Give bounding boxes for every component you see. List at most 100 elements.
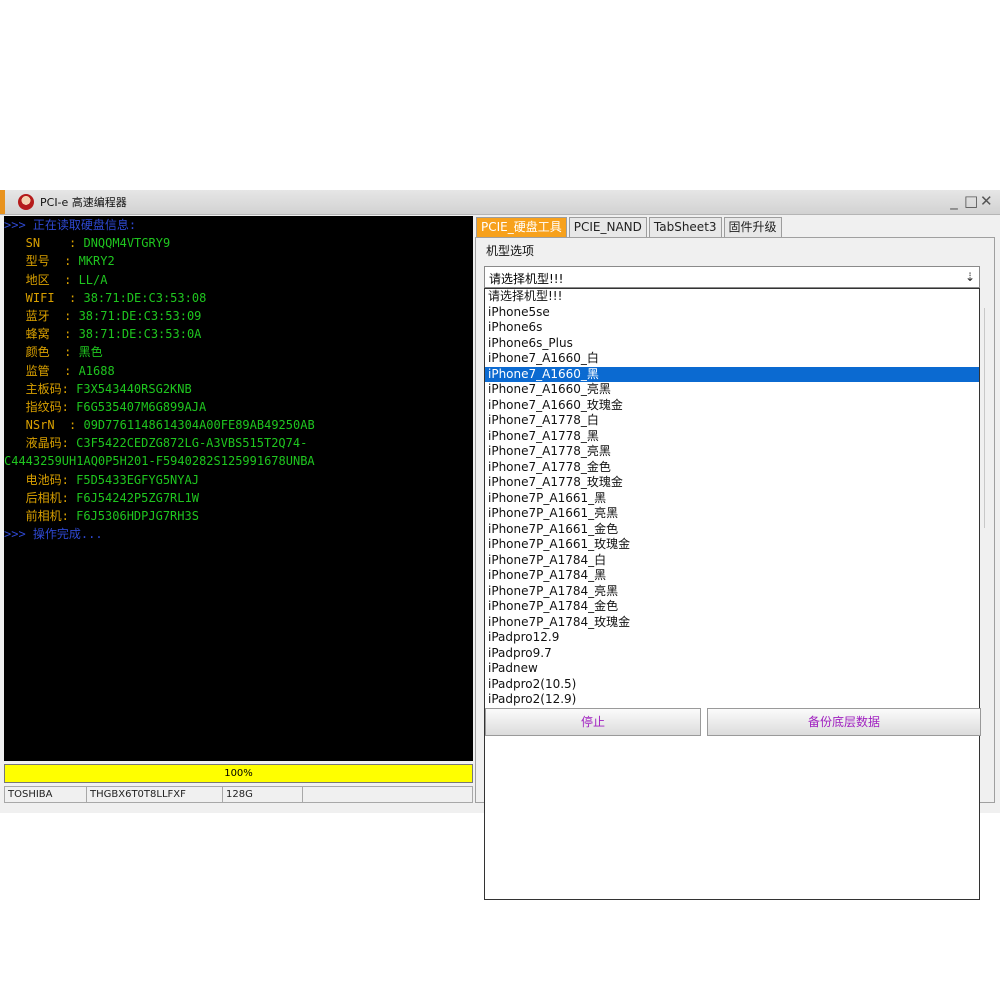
- model-option[interactable]: iPhone6s: [485, 320, 979, 336]
- backup-button[interactable]: 备份底层数据: [707, 708, 981, 736]
- status-bar: TOSHIBA THGBX6T0T8LLFXF 128G: [4, 786, 473, 803]
- model-option[interactable]: iPhone7_A1660_亮黑: [485, 382, 979, 398]
- log-label: 蓝牙 :: [4, 308, 79, 323]
- model-option[interactable]: iPhone7_A1778_金色: [485, 460, 979, 476]
- log-line: 液晶码: C3F5422CEDZG872LG-A3VBS515T2Q74-: [4, 434, 473, 452]
- model-option[interactable]: 请选择机型!!!: [485, 289, 979, 305]
- log-line: 地区 : LL/A: [4, 271, 473, 289]
- model-option[interactable]: iPadpro2(12.9): [485, 692, 979, 708]
- log-line: SN : DNQQM4VTGRY9: [4, 234, 473, 252]
- model-option[interactable]: iPhone7_A1778_亮黑: [485, 444, 979, 460]
- status-model: THGBX6T0T8LLFXF: [87, 787, 223, 802]
- log-label: 主板码:: [4, 381, 77, 396]
- log-line: 指纹码: F6G535407M6G899AJA: [4, 398, 473, 416]
- log-line: 监管 : A1688: [4, 362, 473, 380]
- window-edge-accent: [0, 190, 5, 214]
- log-value: C3F5422CEDZG872LG-A3VBS515T2Q74-: [76, 436, 308, 451]
- status-extra: [303, 787, 472, 802]
- log-value: F6J5306HDPJG7RH3S: [76, 509, 199, 523]
- log-line: C4443259UH1AQ0P5H201-F5940282S125991678U…: [4, 452, 473, 470]
- model-option[interactable]: iPhone7P_A1661_黑: [485, 491, 979, 507]
- log-line: >>> 操作完成...: [4, 525, 473, 543]
- maximize-button[interactable]: □: [964, 192, 980, 210]
- model-option[interactable]: iPhone7P_A1661_玫瑰金: [485, 537, 979, 553]
- log-label: 后相机:: [4, 490, 77, 505]
- log-line: 主板码: F3X543440RSG2KNB: [4, 380, 473, 398]
- model-option[interactable]: iPhone7P_A1784_玫瑰金: [485, 615, 979, 631]
- model-option[interactable]: iPadpro12.9: [485, 630, 979, 646]
- log-value: 38:71:DE:C3:53:0A: [78, 327, 202, 342]
- log-value: 09D7761148614304A00FE89AB49250AB: [83, 418, 315, 433]
- close-button[interactable]: ✕: [980, 192, 996, 210]
- model-option[interactable]: iPhone7P_A1784_亮黑: [485, 584, 979, 600]
- log-label: 蜂窝 :: [4, 327, 79, 342]
- model-option[interactable]: iPhone7_A1660_白: [485, 351, 979, 367]
- log-value: F5D5433EGFYG5NYAJ: [76, 472, 199, 487]
- log-value: A1688: [78, 363, 115, 378]
- dropdown-arrow-icon[interactable]: ⇣: [961, 267, 979, 287]
- progress-bar: 100%: [4, 764, 473, 783]
- model-option[interactable]: iPhone7_A1660_玫瑰金: [485, 398, 979, 414]
- log-label: SN :: [4, 236, 84, 251]
- log-line: WIFI : 38:71:DE:C3:53:08: [4, 289, 473, 307]
- log-value: F6G535407M6G899AJA: [76, 399, 207, 414]
- log-line: 前相机: F6J5306HDPJG7RH3S: [4, 507, 473, 525]
- model-select-value: 请选择机型!!!: [489, 272, 564, 286]
- model-option[interactable]: iPhone7_A1778_黑: [485, 429, 979, 445]
- app-logo-icon: [18, 194, 34, 210]
- log-value: 黑色: [78, 345, 103, 360]
- model-group-label: 机型选项: [486, 244, 535, 258]
- title-bar[interactable]: PCI-e 高速编程器 _ □✕: [0, 190, 1000, 215]
- tab-firmware-upgrade[interactable]: 固件升级: [723, 217, 782, 238]
- window-controls: _ □✕: [948, 192, 996, 210]
- window-title: PCI-e 高速编程器: [40, 196, 127, 209]
- model-option[interactable]: iPhone7_A1778_玫瑰金: [485, 475, 979, 491]
- log-label: 地区 :: [4, 272, 79, 287]
- log-line: 后相机: F6J54242P5ZG7RL1W: [4, 489, 473, 507]
- stop-button[interactable]: 停止: [485, 708, 701, 736]
- minimize-button[interactable]: _: [948, 192, 964, 210]
- model-option[interactable]: iPhone7P_A1784_黑: [485, 568, 979, 584]
- log-label: 监管 :: [4, 363, 79, 378]
- model-option[interactable]: iPadnew: [485, 661, 979, 677]
- log-value: F3X543440RSG2KNB: [76, 381, 192, 396]
- log-lines: >>> 正在读取硬盘信息: SN : DNQQM4VTGRY9 型号 : MKR…: [4, 216, 473, 543]
- log-value: 38:71:DE:C3:53:08: [83, 290, 207, 305]
- tab-pcie-nand[interactable]: PCIE_NAND: [568, 217, 647, 238]
- log-value: 38:71:DE:C3:53:09: [78, 308, 202, 323]
- model-dropdown-list[interactable]: 请选择机型!!! iPhone5se iPhone6s iPhone6s_Plus iP…: [484, 288, 980, 900]
- model-option[interactable]: iPadpro2(10.5): [485, 677, 979, 693]
- model-select[interactable]: 请选择机型!!! ⇣: [484, 266, 980, 288]
- model-option[interactable]: iPhone7P_A1784_金色: [485, 599, 979, 615]
- model-option[interactable]: iPadpro9.7: [485, 646, 979, 662]
- status-vendor: TOSHIBA: [5, 787, 87, 802]
- log-label: >>> 操作完成...: [4, 527, 103, 542]
- log-line: 蓝牙 : 38:71:DE:C3:53:09: [4, 307, 473, 325]
- log-label: NSrN :: [4, 418, 84, 433]
- model-option[interactable]: iPhone7P_A1661_金色: [485, 522, 979, 538]
- log-label: 液晶码:: [4, 436, 77, 451]
- log-console[interactable]: >>> 正在读取硬盘信息: SN : DNQQM4VTGRY9 型号 : MKR…: [4, 216, 473, 761]
- model-option[interactable]: iPhone6s_Plus: [485, 336, 979, 352]
- log-value: LL/A: [78, 272, 108, 287]
- model-option[interactable]: iPhone7P_A1661_亮黑: [485, 506, 979, 522]
- model-option[interactable]: iPhone7P_A1784_白: [485, 553, 979, 569]
- log-value: MKRY2: [78, 254, 115, 269]
- log-label: 颜色 :: [4, 345, 79, 360]
- app-window: PCI-e 高速编程器 _ □✕ >>> 正在读取硬盘信息: SN : DNQQM…: [0, 190, 1000, 900]
- log-value: C4443259UH1AQ0P5H201-F5940282S125991678U…: [4, 454, 315, 469]
- log-line: >>> 正在读取硬盘信息:: [4, 216, 473, 234]
- model-option[interactable]: iPhone7_A1778_白: [485, 413, 979, 429]
- log-label: 电池码:: [4, 472, 77, 487]
- log-label: 型号 :: [4, 254, 79, 269]
- model-option[interactable]: iPhone7_A1660_黑: [485, 366, 979, 382]
- log-value: DNQQM4VTGRY9: [83, 236, 171, 251]
- log-value: F6J54242P5ZG7RL1W: [76, 490, 199, 505]
- log-line: 蜂窝 : 38:71:DE:C3:53:0A: [4, 325, 473, 343]
- log-label: >>> 正在读取硬盘信息:: [4, 218, 137, 232]
- tab-tabsheet3[interactable]: TabSheet3: [648, 217, 722, 238]
- model-option[interactable]: iPhone5se: [485, 305, 979, 321]
- tab-pcie-disk-tool[interactable]: PCIE_硬盘工具: [476, 217, 567, 238]
- tab-bar: PCIE_硬盘工具 PCIE_NAND TabSheet3 固件升级: [476, 217, 784, 238]
- status-capacity: 128G: [223, 787, 303, 802]
